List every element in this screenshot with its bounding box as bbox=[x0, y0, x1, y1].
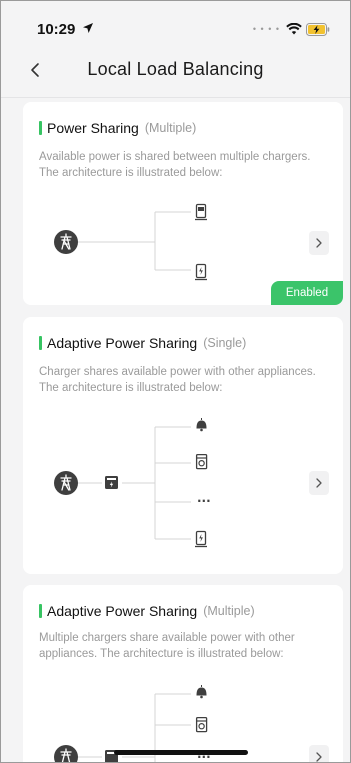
washing-machine-icon bbox=[195, 716, 208, 733]
page-title: Local Load Balancing bbox=[87, 59, 264, 79]
chevron-right-icon bbox=[316, 478, 322, 488]
app-screen: 10:29 • • • • Local Load Balancing Power… bbox=[0, 0, 351, 763]
chevron-right-icon bbox=[316, 752, 322, 762]
wifi-icon bbox=[286, 23, 302, 35]
washing-machine-icon bbox=[195, 453, 208, 470]
lamp-icon bbox=[196, 418, 207, 432]
architecture-diagram: ··· bbox=[54, 685, 211, 762]
charger-icon bbox=[195, 203, 207, 221]
architecture-diagram: ··· bbox=[54, 418, 211, 548]
open-details-button[interactable] bbox=[309, 471, 329, 495]
adaptive-power-sharing-single-card[interactable]: Adaptive Power Sharing (Single) Charger … bbox=[23, 317, 343, 574]
home-indicator[interactable] bbox=[114, 750, 248, 755]
status-time: 10:29 bbox=[37, 21, 76, 38]
status-icons: • • • • bbox=[253, 21, 330, 37]
diagram-lines bbox=[66, 211, 191, 271]
status-bar: 10:29 • • • • bbox=[1, 1, 350, 45]
charger-icon bbox=[195, 263, 207, 281]
lamp-icon bbox=[196, 685, 207, 699]
ellipsis-icon: ··· bbox=[197, 494, 211, 508]
diagram-lines bbox=[66, 426, 191, 540]
chevron-right-icon bbox=[316, 238, 322, 248]
nav-divider bbox=[1, 97, 350, 98]
power-sharing-multiple-card[interactable]: Power Sharing (Multiple) Available power… bbox=[23, 102, 343, 305]
grid-tower-icon bbox=[54, 471, 78, 495]
status-badge: Enabled bbox=[271, 281, 343, 305]
meter-icon bbox=[105, 476, 118, 489]
signal-dots-icon: • • • • bbox=[252, 24, 280, 34]
architecture-diagram bbox=[54, 203, 207, 281]
charger-icon bbox=[195, 530, 207, 548]
nav-bar: Local Load Balancing bbox=[1, 51, 350, 89]
location-arrow-icon bbox=[83, 23, 93, 33]
open-details-button[interactable] bbox=[309, 745, 329, 762]
battery-charging-icon bbox=[306, 22, 330, 36]
adaptive-power-sharing-multiple-card[interactable]: Adaptive Power Sharing (Multiple) Multip… bbox=[23, 585, 343, 762]
grid-tower-icon bbox=[54, 745, 78, 762]
grid-tower-icon bbox=[54, 230, 78, 254]
open-details-button[interactable] bbox=[309, 231, 329, 255]
